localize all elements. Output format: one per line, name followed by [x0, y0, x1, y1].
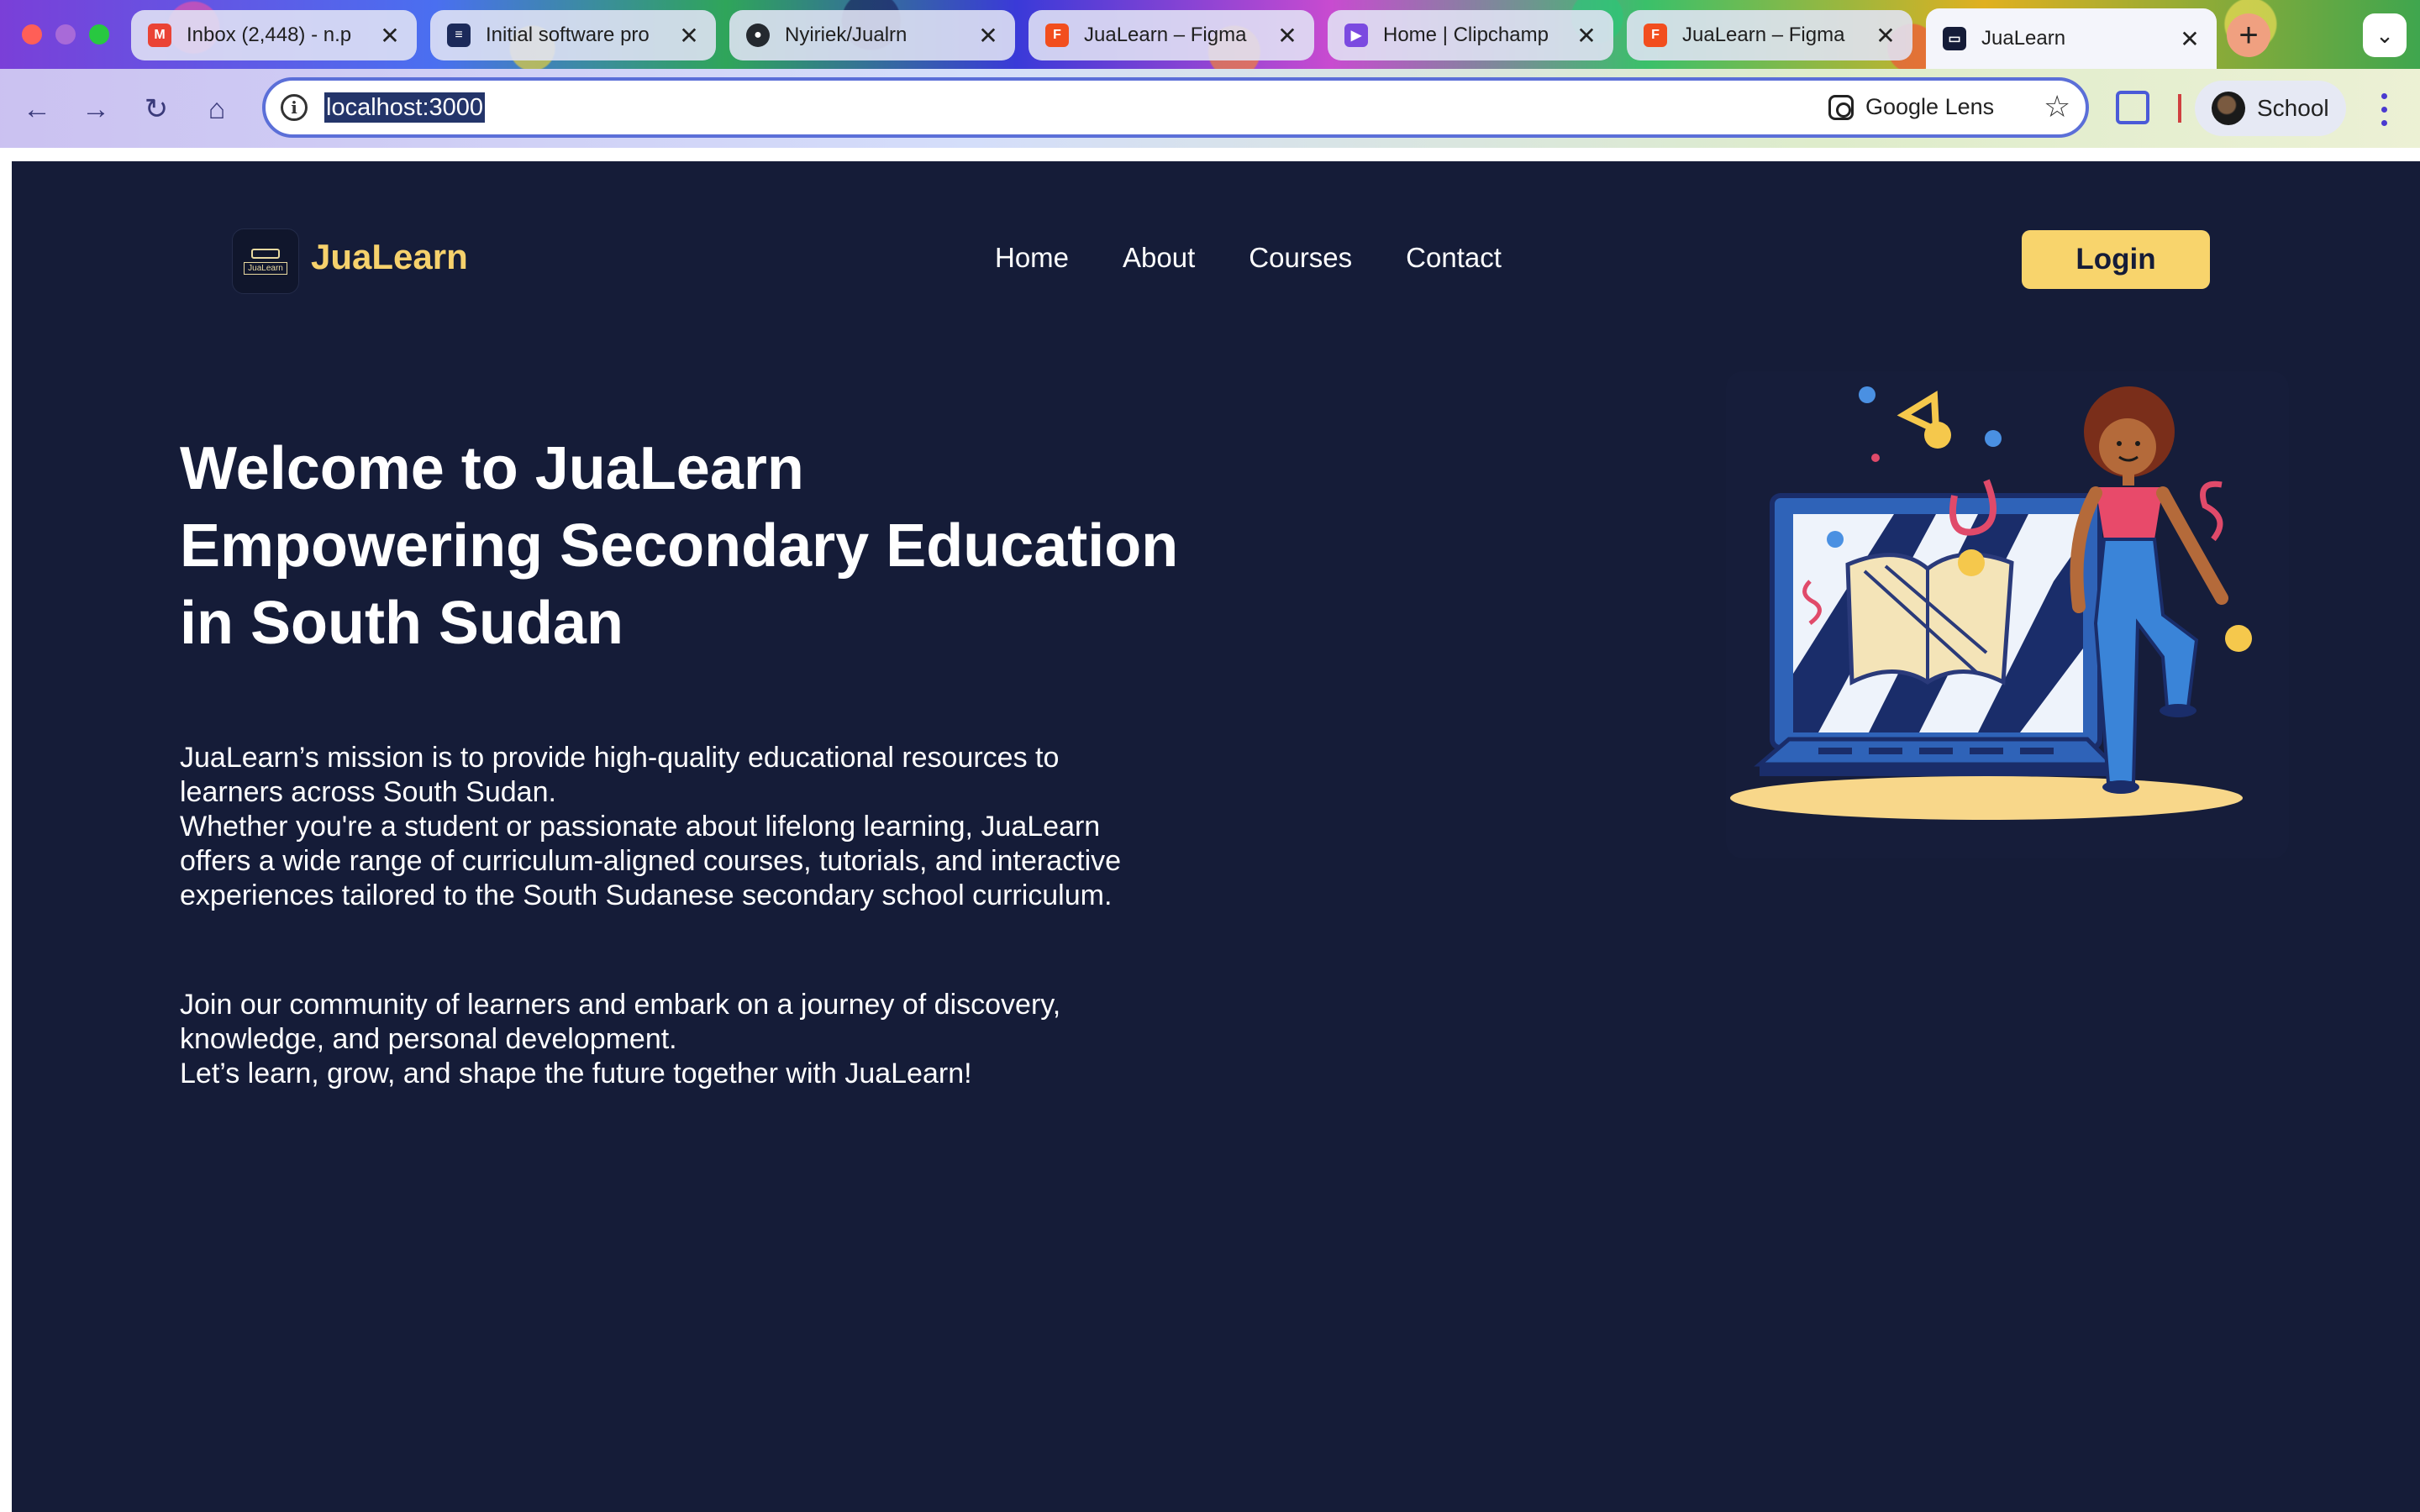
- brand-name[interactable]: JuaLearn: [311, 237, 468, 277]
- login-button[interactable]: Login: [2022, 230, 2210, 289]
- avatar: [2212, 92, 2245, 125]
- paragraph-line: knowledge, and personal development.: [180, 1023, 677, 1055]
- hero-title-line: in South Sudan: [180, 590, 623, 657]
- paragraph-line: offers a wide range of curriculum-aligne…: [180, 845, 1122, 877]
- main-nav: Home About Courses Contact: [995, 242, 1502, 274]
- browser-tab-active[interactable]: ▭ JuaLearn ✕: [1926, 8, 2217, 69]
- tab-title: JuaLearn – Figma: [1084, 24, 1247, 46]
- tab-close-icon[interactable]: ✕: [1276, 23, 1299, 49]
- page-top-strip: [0, 148, 2420, 161]
- browser-tab[interactable]: ≡ Initial software pro ✕: [430, 10, 716, 60]
- browser-menu-icon[interactable]: [2371, 89, 2396, 129]
- hero-title: Welcome to JuaLearn Empowering Secondary…: [180, 430, 1272, 662]
- hero-illustration: [1726, 371, 2289, 858]
- tab-close-icon[interactable]: ✕: [1874, 23, 1897, 49]
- home-icon[interactable]: ⌂: [195, 87, 239, 131]
- nav-home-link[interactable]: Home: [995, 242, 1069, 274]
- page-viewport: JuaLearn JuaLearn Home About Courses Con…: [12, 161, 2420, 1512]
- paragraph-line: experiences tailored to the South Sudane…: [180, 879, 1113, 911]
- figma-icon: F: [1644, 24, 1667, 47]
- site-info-icon[interactable]: i: [281, 94, 308, 121]
- tab-title: Home | Clipchamp: [1383, 24, 1549, 46]
- window-maximize-button[interactable]: [89, 24, 109, 45]
- window-minimize-button[interactable]: [55, 24, 76, 45]
- tab-close-icon[interactable]: ✕: [1575, 23, 1598, 49]
- browser-tab[interactable]: M Inbox (2,448) - n.p ✕: [131, 10, 417, 60]
- back-arrow-icon[interactable]: ←: [15, 87, 59, 131]
- tab-search-button[interactable]: ⌄: [2363, 13, 2407, 57]
- nav-about-link[interactable]: About: [1123, 242, 1195, 274]
- reload-icon[interactable]: ↻: [134, 87, 178, 131]
- window-close-button[interactable]: [22, 24, 42, 45]
- profile-button[interactable]: School: [2195, 81, 2346, 136]
- toolbar-divider: [2178, 94, 2181, 123]
- paragraph-line: Join our community of learners and embar…: [180, 989, 1061, 1021]
- figma-icon: F: [1045, 24, 1069, 47]
- site-logo[interactable]: JuaLearn: [232, 228, 299, 294]
- tab-title: JuaLearn – Figma: [1682, 24, 1845, 46]
- browser-tab[interactable]: ▶ Home | Clipchamp ✕: [1328, 10, 1613, 60]
- document-icon: ≡: [447, 24, 471, 47]
- tab-title: Nyiriek/Jualrn: [785, 24, 908, 46]
- github-icon: ●: [746, 24, 770, 47]
- tab-title: JuaLearn: [1981, 27, 2066, 50]
- nav-courses-link[interactable]: Courses: [1249, 242, 1352, 274]
- address-url[interactable]: localhost:3000: [324, 92, 486, 123]
- browser-tab[interactable]: F JuaLearn – Figma ✕: [1627, 10, 1912, 60]
- forward-arrow-icon[interactable]: →: [74, 87, 118, 131]
- nav-contact-link[interactable]: Contact: [1406, 242, 1502, 274]
- address-bar[interactable]: i localhost:3000 Google Lens ☆: [262, 77, 2089, 138]
- google-lens-button[interactable]: Google Lens: [1828, 94, 1994, 120]
- bookmark-star-icon[interactable]: ☆: [2044, 89, 2070, 124]
- google-lens-icon: [1828, 94, 1854, 120]
- paragraph-line: learners across South Sudan.: [180, 776, 556, 808]
- paragraph-line: Let’s learn, grow, and shape the future …: [180, 1058, 972, 1089]
- profile-name: School: [2257, 95, 2329, 121]
- google-lens-label: Google Lens: [1865, 94, 1995, 119]
- browser-tab[interactable]: F JuaLearn – Figma ✕: [1028, 10, 1314, 60]
- tab-close-icon[interactable]: ✕: [677, 23, 701, 49]
- hero-title-line: Welcome to JuaLearn: [180, 435, 804, 502]
- tab-close-icon[interactable]: ✕: [2178, 26, 2202, 52]
- paragraph-line: Whether you're a student or passionate a…: [180, 811, 1101, 843]
- new-tab-button[interactable]: +: [2227, 13, 2270, 57]
- tab-close-icon[interactable]: ✕: [976, 23, 1000, 49]
- tab-close-icon[interactable]: ✕: [378, 23, 402, 49]
- paragraph-line: JuaLearn’s mission is to provide high-qu…: [180, 742, 1060, 774]
- jualearn-favicon: ▭: [1943, 27, 1966, 50]
- browser-tab-strip: M Inbox (2,448) - n.p ✕ ≡ Initial softwa…: [0, 0, 2420, 69]
- tab-title: Inbox (2,448) - n.p: [187, 24, 352, 46]
- hero-title-line: Empowering Secondary Education: [180, 512, 1179, 580]
- logo-wordmark: JuaLearn: [244, 261, 287, 275]
- mission-paragraph: JuaLearn’s mission is to provide high-qu…: [180, 741, 1239, 913]
- extensions-icon[interactable]: [2116, 91, 2149, 124]
- browser-tab[interactable]: ● Nyiriek/Jualrn ✕: [729, 10, 1015, 60]
- community-paragraph: Join our community of learners and embar…: [180, 988, 1239, 1091]
- browser-toolbar: ← → ↻ ⌂ i localhost:3000 Google Lens ☆ S…: [0, 69, 2420, 148]
- tab-title: Initial software pro: [486, 24, 650, 46]
- gmail-icon: M: [148, 24, 171, 47]
- clipchamp-icon: ▶: [1344, 24, 1368, 47]
- graduation-cap-icon: [251, 248, 280, 259]
